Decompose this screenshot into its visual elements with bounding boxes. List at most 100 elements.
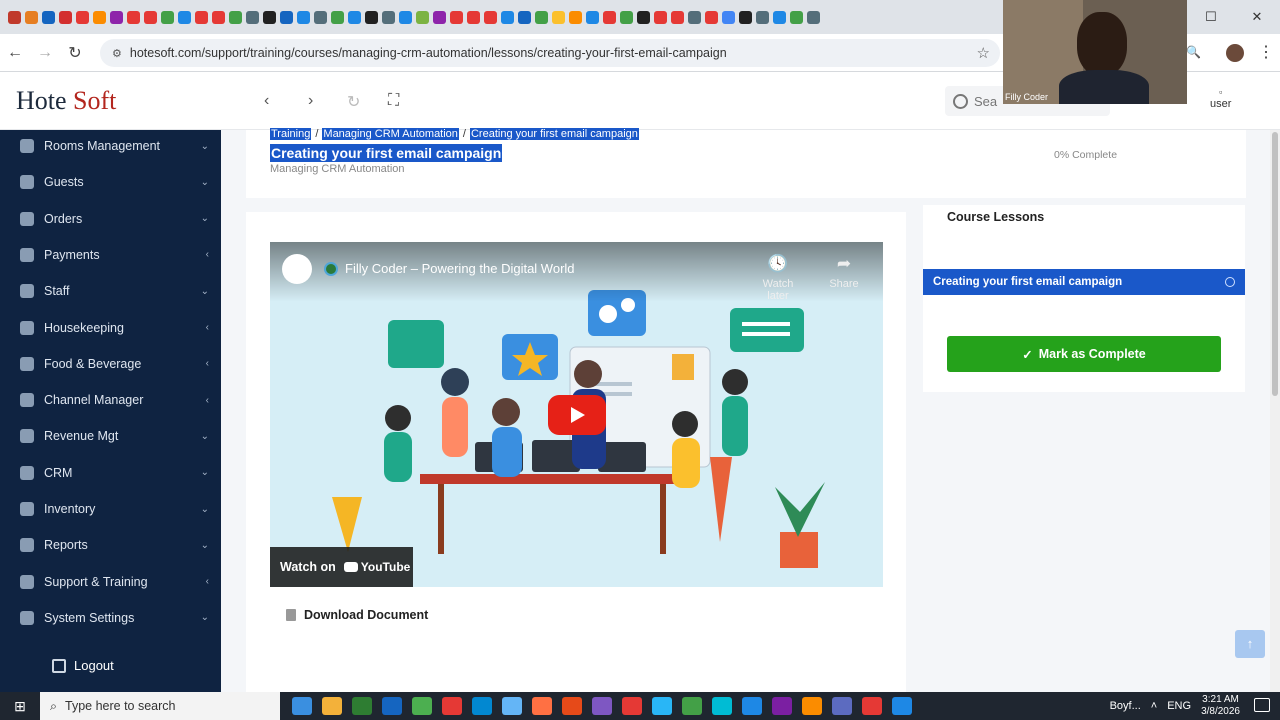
taskbar-app-icon[interactable] (772, 697, 792, 715)
user-avatar[interactable]: ▫ user (1210, 86, 1231, 110)
refresh-icon[interactable]: ↻ (347, 92, 360, 112)
taskbar-app-icon[interactable] (322, 697, 342, 715)
taskbar-app-icon[interactable] (382, 697, 402, 715)
forward-arrow-icon[interactable]: → (30, 44, 60, 62)
sidebar-item-guests[interactable]: Guests ⌄ (0, 168, 221, 196)
sidebar-item-payments[interactable]: Payments ‹ (0, 241, 221, 269)
bookmark-favicon-icon[interactable] (246, 10, 259, 24)
maximize-button[interactable]: ☐ (1188, 0, 1234, 34)
bookmark-favicon-icon[interactable] (280, 10, 293, 24)
bookmark-favicon-icon[interactable] (450, 10, 463, 24)
hotesoft-logo[interactable]: Hote Soft (16, 86, 116, 116)
taskbar-app-icon[interactable] (472, 697, 492, 715)
bookmark-favicon-icon[interactable] (807, 10, 820, 24)
sidebar-item-staff[interactable]: Staff ⌄ (0, 277, 221, 305)
page-scrollbar[interactable] (1270, 130, 1280, 692)
chevron-right-icon[interactable]: › (308, 92, 313, 110)
sidebar-item-orders[interactable]: Orders ⌄ (0, 205, 221, 233)
bookmark-favicon-icon[interactable] (739, 10, 752, 24)
bookmark-favicon-icon[interactable] (212, 10, 225, 24)
taskbar-app-icon[interactable] (352, 697, 372, 715)
bookmark-favicon-icon[interactable] (331, 10, 344, 24)
bookmark-star-icon[interactable]: ☆ (977, 44, 990, 62)
sidebar-item-crm[interactable]: CRM ⌄ (0, 459, 221, 487)
bookmark-favicon-icon[interactable] (518, 10, 531, 24)
fullscreen-icon[interactable]: ⛶ (388, 92, 399, 110)
taskbar-app-icon[interactable] (502, 697, 522, 715)
bookmark-favicon-icon[interactable] (178, 10, 191, 24)
browser-menu-icon[interactable]: ⋮ (1258, 42, 1274, 62)
language-indicator[interactable]: ENG (1167, 700, 1191, 712)
bookmark-favicon-icon[interactable] (552, 10, 565, 24)
taskbar-app-icon[interactable] (292, 697, 312, 715)
sidebar-item-housekeeping[interactable]: Housekeeping ‹ (0, 314, 221, 342)
breadcrumb-training[interactable]: Training (270, 128, 312, 140)
watch-on-youtube-button[interactable]: Watch on YouTube (270, 547, 413, 587)
sidebar-item-channel-manager[interactable]: Channel Manager ‹ (0, 386, 221, 414)
taskbar-app-icon[interactable] (802, 697, 822, 715)
play-button[interactable] (548, 395, 606, 435)
back-arrow-icon[interactable]: ← (0, 44, 30, 62)
breadcrumb-course[interactable]: Managing CRM Automation (322, 128, 459, 140)
sidebar-item-revenue-mgt[interactable]: Revenue Mgt ⌄ (0, 422, 221, 450)
bookmark-favicon-icon[interactable] (467, 10, 480, 24)
bookmark-favicon-icon[interactable] (127, 10, 140, 24)
taskbar-app-label[interactable]: Boyf... (1110, 700, 1141, 712)
scrollbar-thumb[interactable] (1272, 132, 1278, 396)
bookmark-favicon-icon[interactable] (569, 10, 582, 24)
bookmark-favicon-icon[interactable] (790, 10, 803, 24)
sidebar-item-inventory[interactable]: Inventory ⌄ (0, 495, 221, 523)
download-document-link[interactable]: Download Document (286, 608, 428, 622)
sidebar-item-rooms-management[interactable]: Rooms Management ⌄ (0, 132, 221, 160)
bookmark-favicon-icon[interactable] (348, 10, 361, 24)
taskbar-app-icon[interactable] (832, 697, 852, 715)
mark-as-complete-button[interactable]: ✓ Mark as Complete (947, 336, 1221, 372)
clock[interactable]: 3:21 AM 3/8/2026 (1201, 694, 1240, 718)
url-text[interactable]: hotesoft.com/support/training/courses/ma… (130, 46, 727, 60)
sidebar-item-system-settings[interactable]: System Settings ⌄ (0, 604, 221, 632)
bookmark-favicon-icon[interactable] (93, 10, 106, 24)
bookmark-favicon-icon[interactable] (314, 10, 327, 24)
chevron-left-icon[interactable]: ‹ (264, 92, 269, 110)
bookmark-favicon-icon[interactable] (484, 10, 497, 24)
bookmark-favicon-icon[interactable] (25, 10, 38, 24)
taskbar-app-icon[interactable] (412, 697, 432, 715)
bookmark-favicon-icon[interactable] (76, 10, 89, 24)
bookmark-favicon-icon[interactable] (382, 10, 395, 24)
bookmark-favicon-icon[interactable] (620, 10, 633, 24)
channel-logo[interactable] (282, 254, 312, 284)
taskbar-app-icon[interactable] (622, 697, 642, 715)
taskbar-app-icon[interactable] (742, 697, 762, 715)
bookmark-favicon-icon[interactable] (501, 10, 514, 24)
bookmark-favicon-icon[interactable] (671, 10, 684, 24)
share-button[interactable]: ➦ Share (819, 254, 869, 290)
chevron-up-icon[interactable]: ˄ (1151, 700, 1157, 712)
extension-search-icon[interactable]: 🔍 (1186, 45, 1201, 59)
taskbar-app-icon[interactable] (892, 697, 912, 715)
sidebar-item-food-beverage[interactable]: Food & Beverage ‹ (0, 350, 221, 378)
bookmark-favicon-icon[interactable] (399, 10, 412, 24)
video-title[interactable]: Filly Coder – Powering the Digital World (345, 261, 575, 276)
taskbar-app-icon[interactable] (712, 697, 732, 715)
bookmark-favicon-icon[interactable] (59, 10, 72, 24)
bookmark-favicon-icon[interactable] (229, 10, 242, 24)
bookmark-favicon-icon[interactable] (263, 10, 276, 24)
bookmark-favicon-icon[interactable] (722, 10, 735, 24)
taskbar-app-icon[interactable] (592, 697, 612, 715)
bookmark-favicon-icon[interactable] (433, 10, 446, 24)
bookmark-favicon-icon[interactable] (603, 10, 616, 24)
watch-later-button[interactable]: 🕓 Watch later (753, 254, 803, 302)
bookmark-favicon-icon[interactable] (297, 10, 310, 24)
close-window-button[interactable]: ✕ (1234, 0, 1280, 34)
taskbar-app-icon[interactable] (682, 697, 702, 715)
taskbar-app-icon[interactable] (652, 697, 672, 715)
bookmark-favicon-icon[interactable] (195, 10, 208, 24)
bookmark-favicon-icon[interactable] (144, 10, 157, 24)
scroll-to-top-button[interactable]: ↑ (1235, 630, 1265, 658)
bookmark-favicon-icon[interactable] (688, 10, 701, 24)
sidebar-item-reports[interactable]: Reports ⌄ (0, 531, 221, 559)
bookmark-favicon-icon[interactable] (42, 10, 55, 24)
bookmark-favicon-icon[interactable] (365, 10, 378, 24)
taskbar-app-icon[interactable] (862, 697, 882, 715)
taskbar-app-icon[interactable] (442, 697, 462, 715)
